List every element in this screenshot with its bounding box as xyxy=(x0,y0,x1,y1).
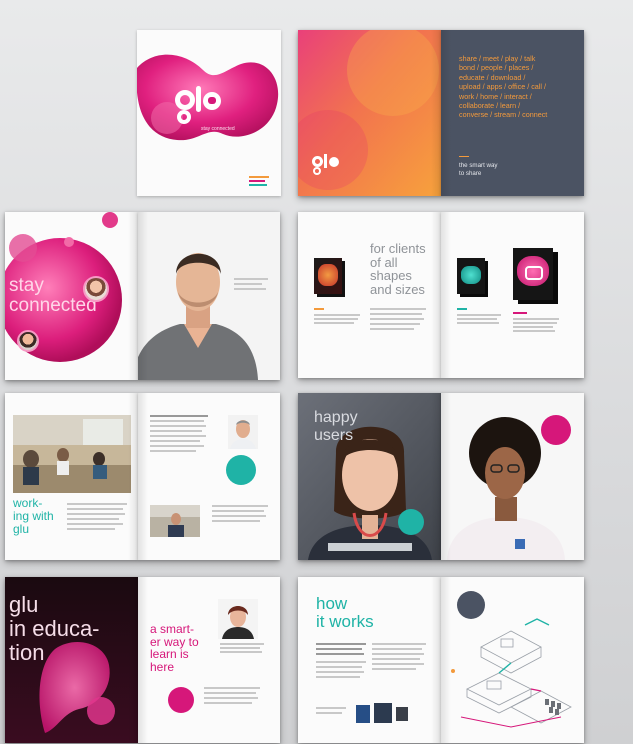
spread7-body-right xyxy=(372,643,426,670)
spread3-right-page xyxy=(441,212,584,378)
product-box-3 xyxy=(513,248,553,300)
spread1-word-list: share / meet / play / talk bond / people… xyxy=(459,54,548,120)
spread4-left-page: work- ing with glu xyxy=(5,393,138,560)
spread4-headline: work- ing with glu xyxy=(13,496,54,536)
spread6-quote-bubble xyxy=(168,687,194,713)
spread2-caption-lines xyxy=(234,278,268,290)
spread2-avatar-2 xyxy=(17,330,39,352)
spread5-pink-bubble xyxy=(541,415,571,445)
spread3-body-left xyxy=(314,314,360,324)
spread4-headshot xyxy=(228,415,258,449)
spread6-left-page: glu in educa- tion xyxy=(5,577,138,743)
spread5-headline: happy users xyxy=(314,409,358,444)
spread1-dash xyxy=(459,156,469,157)
glu-logo xyxy=(175,86,223,128)
office-photo xyxy=(13,415,131,493)
product-box-1 xyxy=(314,258,342,294)
spread3-body-r2 xyxy=(513,318,559,332)
spread4-body-top xyxy=(150,415,208,452)
spread4-small-photo xyxy=(150,505,200,537)
spread3-body-right xyxy=(370,308,426,330)
spread3-left-page: for clients of all shapes and sizes xyxy=(298,212,441,378)
product-box-2 xyxy=(457,258,485,294)
spread2-avatar-1 xyxy=(83,276,109,302)
spread3-label-1 xyxy=(314,308,324,310)
spread7-left-page: how it works xyxy=(298,577,441,743)
spread7-devices xyxy=(356,703,416,723)
spread5-quote-bubble xyxy=(398,509,424,535)
spread2-man-portrait xyxy=(138,212,280,380)
cover-page: stay connected xyxy=(137,30,281,196)
spread2-left-page: stay connected xyxy=(5,212,138,380)
spread7-caption xyxy=(316,707,346,714)
spread2-right-page xyxy=(138,212,280,380)
cover-tagline: stay connected xyxy=(201,126,235,132)
spread3-label-3 xyxy=(513,312,527,314)
spread4-body-left xyxy=(67,503,127,530)
isometric-diagram xyxy=(451,618,572,728)
spread3-body-r1 xyxy=(457,314,501,324)
spread3-headline: for clients of all shapes and sizes xyxy=(370,241,426,297)
spread1-tagline: the smart way to share xyxy=(459,162,498,177)
spread6-woman-headshot xyxy=(218,599,258,639)
spread1-left-page xyxy=(298,30,441,196)
spread4-right-page xyxy=(138,393,280,560)
spread7-right-page xyxy=(441,577,584,743)
spread1-right-page: share / meet / play / talk bond / people… xyxy=(441,30,584,196)
spread3-label-2 xyxy=(457,308,467,310)
spread6-right-page: a smart- er way to learn is here xyxy=(138,577,280,743)
spread4-body-bottom xyxy=(212,505,268,522)
spread5-right-page xyxy=(441,393,584,560)
spread4-quote-bubble xyxy=(226,455,256,485)
spread6-body xyxy=(220,643,264,653)
spread7-intro xyxy=(316,643,366,678)
brochure-photo: stay connected share / meet / play / tal… xyxy=(0,0,633,744)
spread5-left-page: happy users xyxy=(298,393,441,560)
spread1-glu-logo xyxy=(312,154,342,178)
spread6-right-headline: a smart- er way to learn is here xyxy=(150,622,199,674)
spread7-headline: how it works xyxy=(316,594,374,631)
spread6-body-2 xyxy=(204,687,260,704)
spread6-headline: glu in educa- tion xyxy=(9,592,100,665)
cover-footer-lines xyxy=(249,176,269,186)
